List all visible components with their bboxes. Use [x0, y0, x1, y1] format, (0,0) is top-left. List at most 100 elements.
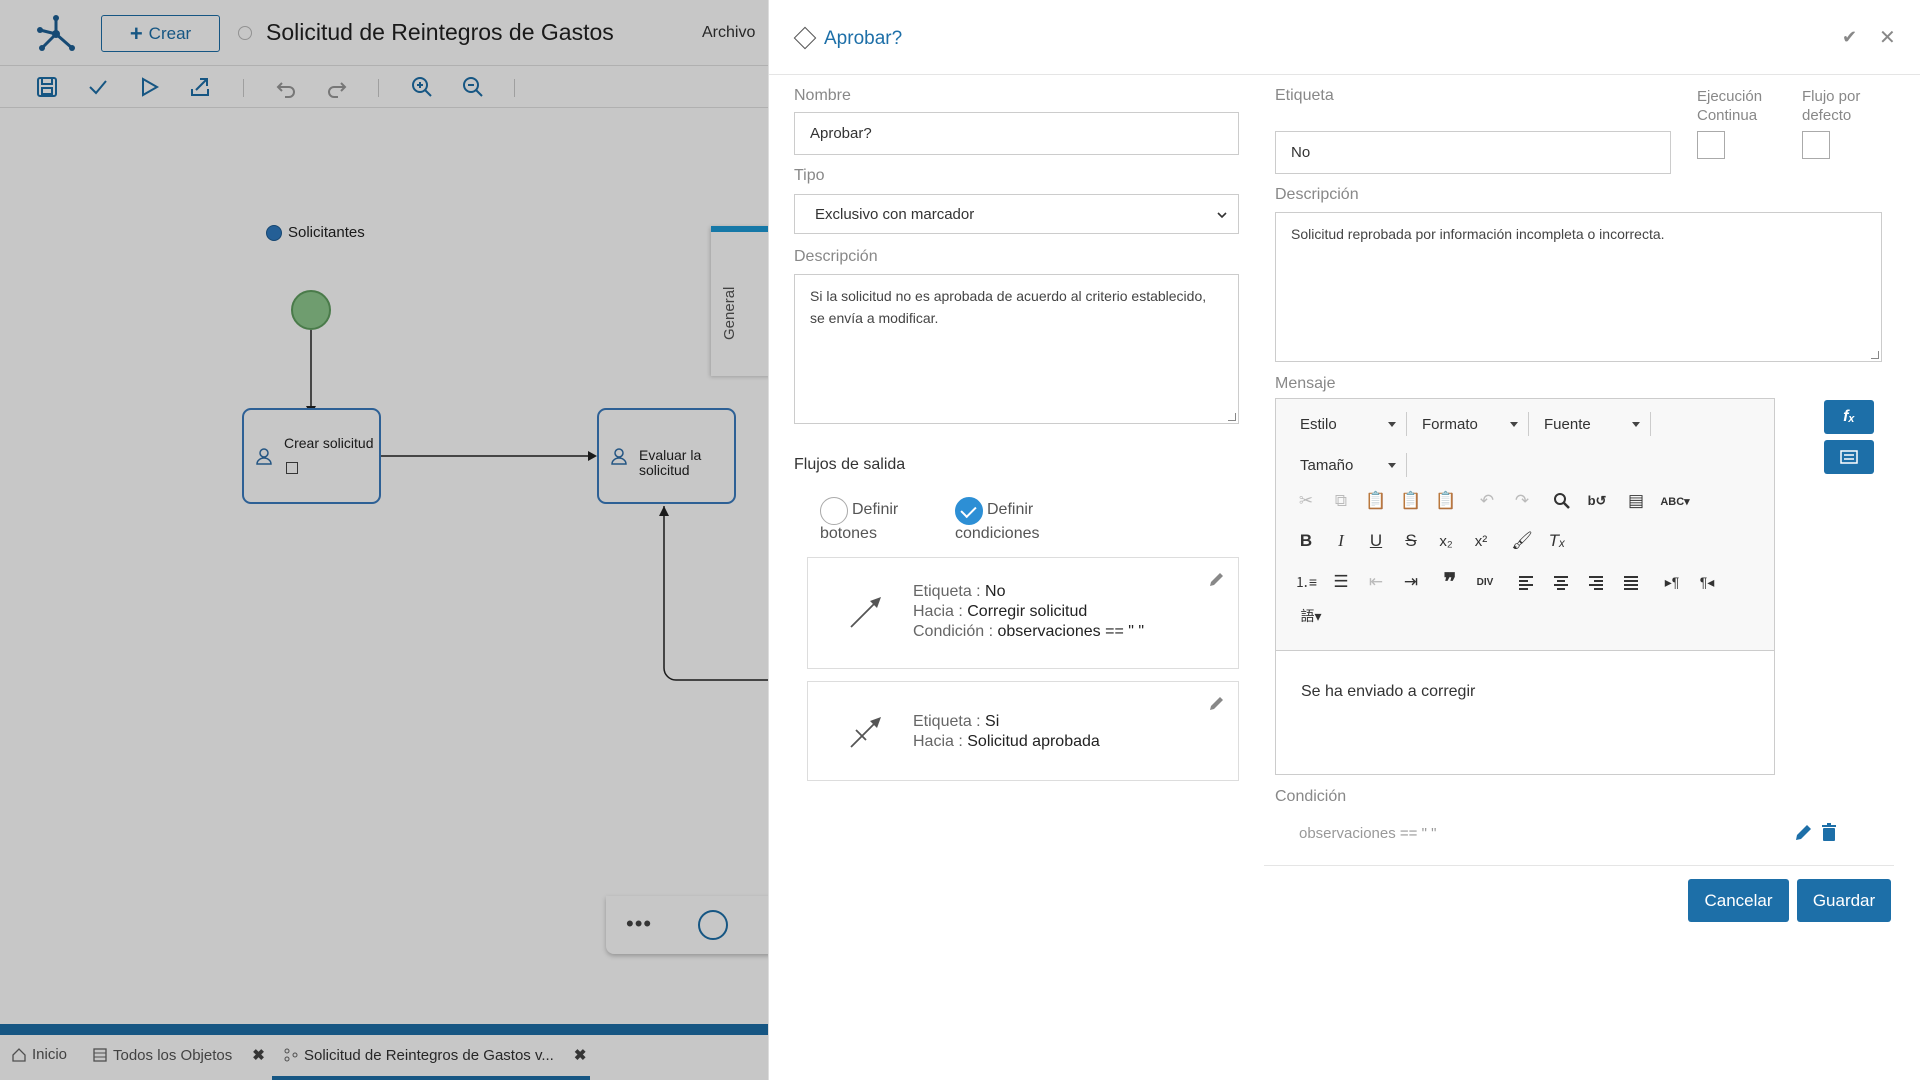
cut-icon[interactable]: ✂	[1292, 487, 1320, 515]
copy-format-icon[interactable]: 🖌	[1508, 527, 1536, 555]
etiqueta-value: No	[985, 583, 1006, 600]
text-direction-rtl-icon[interactable]: ¶◂	[1693, 568, 1721, 596]
estilo-dropdown[interactable]: Estilo	[1300, 409, 1396, 439]
superscript-icon[interactable]: x²	[1467, 527, 1495, 555]
strikethrough-icon[interactable]: S	[1397, 527, 1425, 555]
tipo-value: Exclusivo con marcador	[815, 205, 975, 223]
divider	[1264, 865, 1894, 866]
etiqueta-field[interactable]: No	[1275, 131, 1671, 174]
radio-botones-l1: Definir	[852, 501, 899, 518]
subscript-icon[interactable]: x₂	[1432, 527, 1460, 555]
align-right-icon[interactable]	[1582, 568, 1610, 596]
find-icon[interactable]	[1548, 487, 1576, 515]
align-left-icon[interactable]	[1512, 568, 1540, 596]
flujo-defecto-checkbox[interactable]	[1802, 131, 1830, 159]
language-icon[interactable]: 語▾	[1292, 602, 1330, 630]
formato-label: Formato	[1422, 415, 1478, 433]
close-icon[interactable]: ✕	[1879, 25, 1896, 50]
redo-icon[interactable]: ↷	[1508, 487, 1536, 515]
hacia-label: Hacia :	[913, 603, 968, 620]
outdent-icon[interactable]: ⇤	[1362, 568, 1390, 596]
italic-icon[interactable]: I	[1327, 527, 1355, 555]
function-button[interactable]: fₓ	[1824, 400, 1874, 434]
ejecucion-continua-checkbox[interactable]	[1697, 131, 1725, 159]
descripcion-label: Descripción	[1275, 186, 1359, 203]
hacia-value: Solicitud aprobada	[967, 733, 1100, 750]
tamano-dropdown[interactable]: Tamaño	[1300, 450, 1396, 480]
tamano-label: Tamaño	[1300, 456, 1354, 474]
gateway-properties-panel: Aprobar? ✔ ✕ Nombre Aprobar? Tipo Exclus…	[768, 0, 1920, 1080]
paste-icon[interactable]: 📋	[1362, 487, 1390, 515]
descripcion-textarea[interactable]: Si la solicitud no es aprobada de acuerd…	[794, 274, 1239, 424]
nombre-label: Nombre	[794, 87, 851, 104]
create-div-icon[interactable]: DIV	[1471, 568, 1499, 596]
indent-icon[interactable]: ⇥	[1397, 568, 1425, 596]
form-fields-icon	[1840, 450, 1858, 464]
align-center-icon[interactable]	[1547, 568, 1575, 596]
select-all-icon[interactable]: ▤	[1622, 487, 1650, 515]
flujo-l1: Flujo por	[1802, 88, 1861, 105]
flow-card-si[interactable]: Etiqueta : Si Hacia : Solicitud aprobada	[807, 681, 1239, 781]
tipo-select[interactable]: Exclusivo con marcador	[794, 194, 1239, 234]
condicion-label: Condición	[1275, 788, 1347, 805]
default-flow-icon	[850, 717, 881, 748]
condicion-label: Condición :	[913, 623, 998, 640]
ejecucion-l1: Ejecución	[1697, 88, 1763, 105]
paste-text-icon[interactable]: 📋	[1397, 487, 1425, 515]
pencil-icon[interactable]	[1794, 822, 1814, 842]
caret-down-icon	[1388, 422, 1396, 427]
pencil-icon[interactable]	[1208, 570, 1226, 588]
blockquote-icon[interactable]: ❞	[1436, 568, 1464, 596]
field-picker-button[interactable]	[1824, 440, 1874, 474]
text-direction-ltr-icon[interactable]: ▸¶	[1658, 568, 1686, 596]
remove-format-icon[interactable]: Tₓ	[1543, 527, 1571, 555]
resize-handle[interactable]	[1228, 413, 1236, 421]
nombre-field[interactable]: Aprobar?	[794, 112, 1239, 155]
etiqueta-label: Etiqueta :	[913, 583, 986, 600]
undo-icon[interactable]: ↶	[1473, 487, 1501, 515]
descripcion-value: Si la solicitud no es aprobada de acuerd…	[810, 288, 1207, 326]
copy-icon[interactable]: ⧉	[1327, 487, 1355, 515]
radio-definir-botones-label: Definir botones	[820, 498, 898, 546]
flow-details: Etiqueta : No Hacia : Corregir solicitud…	[913, 582, 1144, 642]
descripcion-textarea[interactable]: Solicitud reprobada por información inco…	[1275, 212, 1882, 362]
gateway-diamond-icon	[793, 26, 817, 50]
underline-icon[interactable]: U	[1362, 527, 1390, 555]
caret-down-icon	[1632, 422, 1640, 427]
tipo-label: Tipo	[794, 167, 825, 184]
bold-icon[interactable]: B	[1292, 527, 1320, 555]
condicion-value: observaciones == " "	[1299, 825, 1437, 842]
replace-icon[interactable]: b↺	[1583, 487, 1611, 515]
flow-card-no[interactable]: Etiqueta : No Hacia : Corregir solicitud…	[807, 557, 1239, 669]
flow-details: Etiqueta : Si Hacia : Solicitud aprobada	[913, 712, 1100, 752]
spellcheck-icon[interactable]: ABC▾	[1660, 487, 1689, 515]
numbered-list-icon[interactable]: ⒈≡	[1292, 568, 1320, 596]
toolbar-divider	[1406, 453, 1407, 477]
nombre-value: Aprobar?	[810, 125, 872, 142]
justify-icon[interactable]	[1617, 568, 1645, 596]
flujo-defecto-label: Flujo por defecto	[1802, 87, 1860, 125]
editor-content[interactable]: Se ha enviado a corregir	[1301, 683, 1475, 701]
flujo-l2: defecto	[1802, 107, 1852, 124]
cancel-button[interactable]: Cancelar	[1688, 879, 1789, 922]
sequence-flow-icon	[850, 597, 881, 628]
etiqueta-label: Etiqueta :	[913, 713, 986, 730]
caret-down-icon	[1388, 463, 1396, 468]
caret-down-icon	[1510, 422, 1518, 427]
save-button[interactable]: Guardar	[1797, 879, 1891, 922]
trash-icon[interactable]	[1819, 822, 1839, 842]
pencil-icon[interactable]	[1208, 694, 1226, 712]
modal-backdrop[interactable]	[0, 0, 770, 1080]
ejecucion-continua-label: Ejecución Continua	[1697, 87, 1762, 125]
descripcion-value: Solicitud reprobada por información inco…	[1291, 226, 1665, 242]
resize-handle[interactable]	[1871, 351, 1879, 359]
fuente-dropdown[interactable]: Fuente	[1544, 409, 1640, 439]
radio-condiciones-l2: condiciones	[955, 525, 1040, 542]
radio-definir-condiciones-label: Definir condiciones	[955, 498, 1040, 546]
bulleted-list-icon[interactable]: ☰	[1327, 568, 1355, 596]
confirm-check-icon[interactable]: ✔	[1842, 27, 1857, 48]
cancel-label: Cancelar	[1704, 890, 1773, 910]
formato-dropdown[interactable]: Formato	[1422, 409, 1518, 439]
paste-word-icon[interactable]: 📋	[1432, 487, 1460, 515]
descripcion-label: Descripción	[794, 248, 878, 265]
